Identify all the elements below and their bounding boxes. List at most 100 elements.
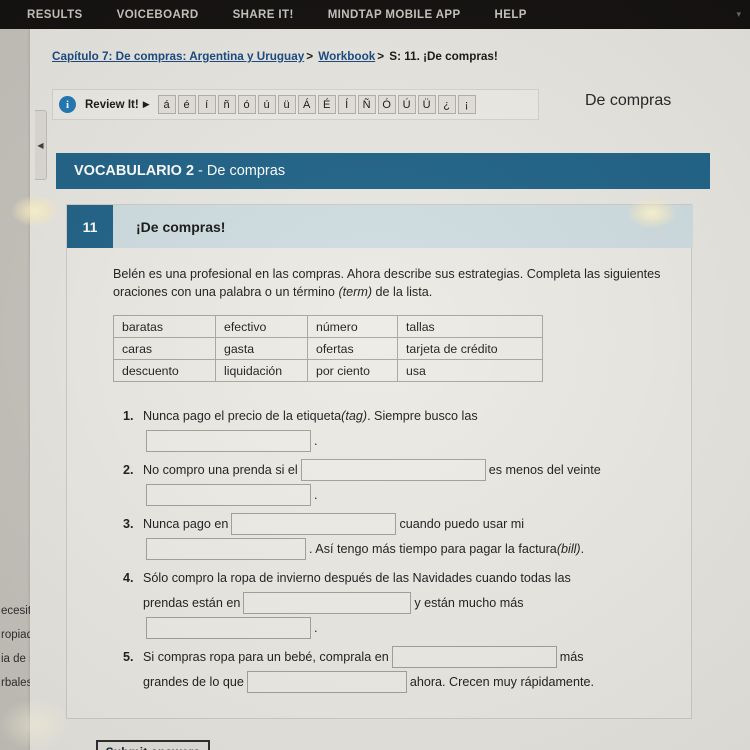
question-list: 1. Nunca pago el precio de la etiqueta (t… xyxy=(123,405,683,700)
question-text: Nunca pago el precio de la etiqueta xyxy=(143,409,342,423)
question-line: prendas están en y están mucho más xyxy=(123,592,683,614)
question-text: y están mucho más xyxy=(414,596,524,610)
accent-button-n-tilde[interactable]: ñ xyxy=(217,95,236,114)
question-text: ahora. Crecen muy rápidamente. xyxy=(409,675,594,689)
question-item: 1. Nunca pago el precio de la etiqueta (t… xyxy=(123,405,683,452)
accent-button-inverted-question[interactable]: ¿ xyxy=(437,95,456,114)
answer-input[interactable] xyxy=(146,430,311,452)
exercise-title: ¡De compras! xyxy=(136,218,226,235)
breadcrumb-workbook-link[interactable]: Workbook xyxy=(318,50,375,63)
word-bank-cell: número xyxy=(307,315,398,338)
answer-input[interactable] xyxy=(243,592,412,614)
question-text: . xyxy=(314,488,318,502)
word-bank-cell: usa xyxy=(397,359,543,382)
word-bank-cell: tallas xyxy=(397,315,543,338)
prompt-italic-term: (term) xyxy=(338,285,373,299)
answer-input[interactable] xyxy=(146,617,311,639)
question-number: 5. xyxy=(123,650,134,664)
breadcrumb: Capítulo 7: De compras: Argentina y Urug… xyxy=(52,50,498,63)
word-bank-cell: gasta xyxy=(215,337,308,360)
topnav-results[interactable]: RESULTS xyxy=(10,9,100,21)
vocabulario-banner-rest: - De compras xyxy=(198,163,286,179)
answer-input[interactable] xyxy=(246,671,407,693)
table-row: descuento liquidación por ciento usa xyxy=(113,359,543,382)
question-text: . xyxy=(314,434,318,448)
topnav-share-it[interactable]: SHARE IT! xyxy=(216,9,311,21)
breadcrumb-separator: > xyxy=(377,50,385,63)
question-line: 3. Nunca pago en cuando puedo usar mi xyxy=(123,513,683,535)
question-item: 2. No compro una prenda si el es menos del… xyxy=(123,459,683,506)
info-icon[interactable]: i xyxy=(59,96,76,113)
question-line: . xyxy=(123,484,683,506)
vocabulario-banner-bold: VOCABULARIO 2 xyxy=(74,163,195,179)
question-number: 3. xyxy=(123,517,134,531)
top-navigation-bar: RESULTS VOICEBOARD SHARE IT! MINDTAP MOB… xyxy=(0,0,750,29)
accent-button-inverted-exclamation[interactable]: ¡ xyxy=(457,95,476,114)
word-bank-cell: caras xyxy=(113,337,216,360)
word-bank-cell: descuento xyxy=(113,359,216,382)
breadcrumb-chapter-link[interactable]: Capítulo 7: De compras: Argentina y Urug… xyxy=(52,50,304,63)
word-bank-cell: tarjeta de crédito xyxy=(397,337,543,360)
chevron-left-icon: ◀ xyxy=(37,140,44,150)
question-line: . xyxy=(123,617,683,639)
accent-button-E-acute[interactable]: É xyxy=(317,95,336,114)
question-line: grandes de lo que ahora. Crecen muy rápid… xyxy=(123,671,683,693)
accent-button-u-acute[interactable]: ú xyxy=(257,95,276,114)
chevron-down-icon[interactable]: ▾ xyxy=(736,9,741,20)
answer-input[interactable] xyxy=(391,646,557,668)
exercise-number-badge: 11 xyxy=(67,205,113,248)
answer-input[interactable] xyxy=(146,538,306,560)
question-text: cuando puedo usar mi xyxy=(399,517,525,531)
word-bank-body: baratas efectivo número tallas caras gas… xyxy=(113,315,543,382)
submit-answers-button[interactable]: Submit answers xyxy=(96,740,210,750)
answer-input[interactable] xyxy=(231,513,397,535)
question-line: 4. Sólo compro la ropa de invierno despué… xyxy=(123,567,683,589)
accent-button-a-acute[interactable]: á xyxy=(157,95,176,114)
question-text: . Así tengo más tiempo para pagar la fac… xyxy=(309,542,557,556)
question-number: 1. xyxy=(123,409,134,423)
page-body: ecesita? ropiada ia de mod rbales Capítu… xyxy=(0,29,750,750)
topnav-mindtap-mobile-app[interactable]: MINDTAP MOBILE APP xyxy=(311,9,478,21)
question-text: es menos del veinte xyxy=(488,463,601,477)
accent-button-I-acute[interactable]: Í xyxy=(337,95,356,114)
content-sheet: Capítulo 7: De compras: Argentina y Urug… xyxy=(30,29,750,750)
question-text: Sólo compro la ropa de invierno después … xyxy=(143,571,571,585)
breadcrumb-current: S: 11. ¡De compras! xyxy=(389,50,498,63)
question-text: Nunca pago en xyxy=(143,517,229,531)
table-row: baratas efectivo número tallas xyxy=(113,315,543,338)
question-italic-text: (bill) xyxy=(556,542,581,556)
question-item: 3. Nunca pago en cuando puedo usar mi . Así… xyxy=(123,513,683,560)
answer-input[interactable] xyxy=(146,484,311,506)
exercise-card: 11 ¡De compras! Belén es una profesional… xyxy=(66,204,693,719)
table-row: caras gasta ofertas tarjeta de crédito xyxy=(113,337,543,360)
question-line: 5. Si compras ropa para un bebé, comprala… xyxy=(123,646,683,668)
sidebar-collapse-handle[interactable]: ◀ xyxy=(35,110,47,180)
accent-button-O-acute[interactable]: Ó xyxy=(377,95,396,114)
answer-input[interactable] xyxy=(300,459,486,481)
play-arrow-icon[interactable]: ▶ xyxy=(143,99,150,110)
question-text: . xyxy=(314,621,318,635)
question-text: Si compras ropa para un bebé, comprala e… xyxy=(143,650,389,664)
question-number: 4. xyxy=(123,571,134,585)
accent-button-U-umlaut[interactable]: Ü xyxy=(417,95,436,114)
question-text: más xyxy=(559,650,584,664)
question-text: grandes de lo que xyxy=(143,675,244,689)
accent-button-o-acute[interactable]: ó xyxy=(237,95,256,114)
accent-button-N-tilde[interactable]: Ñ xyxy=(357,95,376,114)
question-line: . xyxy=(123,430,683,452)
topnav-help[interactable]: HELP xyxy=(478,9,544,21)
question-italic-text: (tag) xyxy=(341,409,368,423)
accent-button-e-acute[interactable]: é xyxy=(177,95,196,114)
question-line: 2. No compro una prenda si el es menos del… xyxy=(123,459,683,481)
word-bank-cell: baratas xyxy=(113,315,216,338)
accent-button-u-umlaut[interactable]: ü xyxy=(277,95,296,114)
word-bank-cell: ofertas xyxy=(307,337,398,360)
vocabulario-banner: VOCABULARIO 2 - De compras xyxy=(56,153,710,189)
accent-button-i-acute[interactable]: í xyxy=(197,95,216,114)
topnav-voiceboard[interactable]: VOICEBOARD xyxy=(100,9,216,21)
review-it-button[interactable]: Review It! xyxy=(85,99,139,111)
breadcrumb-separator: > xyxy=(306,50,314,63)
accent-button-U-acute[interactable]: Ú xyxy=(397,95,416,114)
question-text: . xyxy=(580,542,585,556)
accent-button-A-acute[interactable]: Á xyxy=(297,95,316,114)
